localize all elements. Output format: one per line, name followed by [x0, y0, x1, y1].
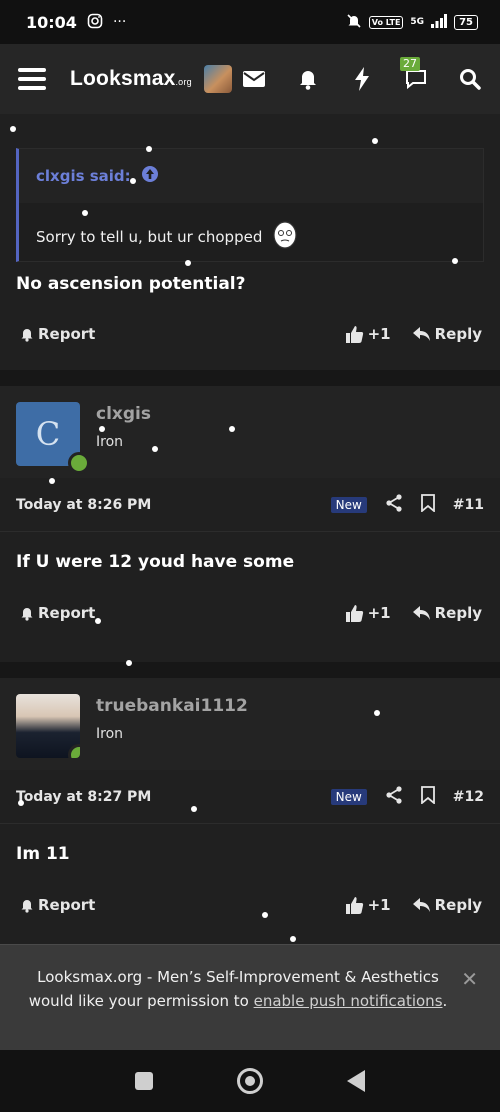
post-separator: [0, 370, 500, 386]
mute-icon: [346, 13, 362, 32]
snow-particle: [152, 446, 158, 452]
reply-button[interactable]: Reply: [412, 325, 482, 343]
snow-particle: [49, 478, 55, 484]
bookmark-icon[interactable]: [420, 493, 435, 516]
snow-particle: [372, 138, 378, 144]
new-badge: New: [330, 496, 367, 513]
like-button[interactable]: +1: [345, 325, 391, 343]
top-navbar: Looksmax.org 27: [0, 44, 500, 114]
snow-particle: [290, 936, 296, 942]
post-date[interactable]: Today at 8:26 PM: [16, 497, 151, 513]
post-text: No ascension potential?: [16, 274, 246, 294]
snow-particle: [95, 618, 101, 624]
recents-button[interactable]: [135, 1072, 153, 1090]
snow-particle: [99, 426, 105, 432]
snow-particle: [146, 146, 152, 152]
post-item: clxgis said: Sorry to tell u, but ur cho…: [0, 114, 500, 370]
share-icon[interactable]: [385, 785, 403, 808]
thread-content: clxgis said: Sorry to tell u, but ur cho…: [0, 114, 500, 944]
new-badge: New: [330, 788, 367, 805]
online-indicator: [68, 744, 80, 758]
quote-author[interactable]: clxgis said:: [36, 167, 131, 185]
more-notifications-icon: ···: [112, 14, 127, 30]
avatar[interactable]: [16, 694, 80, 758]
instagram-icon: [87, 13, 103, 32]
like-button[interactable]: +1: [345, 896, 391, 914]
volte-icon: Vo LTE: [368, 15, 404, 29]
post-user-block: C clxgis Iron: [0, 386, 500, 478]
status-time: 10:04: [26, 12, 77, 32]
bolt-icon[interactable]: [350, 67, 374, 91]
home-button[interactable]: [237, 1068, 263, 1094]
share-icon[interactable]: [385, 493, 403, 516]
post-item: Today at 8:27 PM New #12 Im 11 Report +1…: [0, 770, 500, 944]
post-date[interactable]: Today at 8:27 PM: [16, 789, 151, 805]
snow-particle: [191, 806, 197, 812]
menu-icon[interactable]: [18, 68, 46, 90]
post-item: Today at 8:26 PM New #11 If U were 12 yo…: [0, 478, 500, 662]
push-banner-text: Looksmax.org - Men’s Self-Improvement & …: [28, 968, 448, 1010]
quote-jump-icon[interactable]: [141, 165, 159, 187]
snow-particle: [229, 426, 235, 432]
post-number[interactable]: #11: [453, 497, 484, 513]
snow-particle: [126, 660, 132, 666]
back-button[interactable]: [347, 1070, 365, 1092]
snow-particle: [262, 912, 268, 918]
quote-text: Sorry to tell u, but ur chopped: [36, 228, 263, 246]
close-icon[interactable]: ✕: [461, 967, 478, 991]
push-notification-banner: Looksmax.org - Men’s Self-Improvement & …: [0, 944, 500, 1050]
online-indicator: [68, 452, 90, 474]
post-separator: [0, 662, 500, 678]
post-text: Im 11: [16, 844, 70, 864]
quote-block: clxgis said: Sorry to tell u, but ur cho…: [16, 148, 484, 262]
report-button[interactable]: Report: [20, 896, 95, 914]
post-text: If U were 12 youd have some: [16, 552, 295, 572]
snow-particle: [185, 260, 191, 266]
avatar[interactable]: C: [16, 402, 90, 474]
snow-particle: [452, 258, 458, 264]
user-avatar[interactable]: [203, 65, 232, 93]
battery-icon: 75: [454, 14, 478, 30]
snow-particle: [18, 800, 24, 806]
user-role: Iron: [96, 726, 124, 742]
bookmark-icon[interactable]: [420, 785, 435, 808]
enable-push-link[interactable]: enable push notifications: [254, 992, 443, 1010]
signal-icon: [431, 13, 448, 31]
chat-count-badge: 27: [400, 57, 420, 71]
inbox-icon[interactable]: [242, 67, 266, 91]
snow-particle: [130, 178, 136, 184]
status-bar: 10:04 ··· Vo LTE 5G 75: [0, 0, 500, 44]
username[interactable]: clxgis: [96, 404, 151, 424]
reply-button[interactable]: Reply: [412, 896, 482, 914]
chat-icon[interactable]: 27: [400, 57, 428, 91]
wojak-emoji-icon: [272, 221, 298, 253]
bell-icon[interactable]: [296, 67, 320, 91]
system-nav-bar: [0, 1050, 500, 1112]
report-button[interactable]: Report: [20, 604, 95, 622]
post-user-block: truebankai1112 Iron: [0, 678, 500, 770]
user-role: Iron: [96, 434, 124, 450]
report-button[interactable]: Report: [20, 325, 95, 343]
username[interactable]: truebankai1112: [96, 696, 248, 716]
search-icon[interactable]: [458, 67, 482, 91]
post-number[interactable]: #12: [453, 789, 484, 805]
snow-particle: [374, 710, 380, 716]
snow-particle: [82, 210, 88, 216]
site-logo[interactable]: Looksmax.org: [70, 67, 192, 91]
snow-particle: [10, 126, 16, 132]
reply-button[interactable]: Reply: [412, 604, 482, 622]
network-label: 5G: [410, 17, 425, 27]
like-button[interactable]: +1: [345, 604, 391, 622]
